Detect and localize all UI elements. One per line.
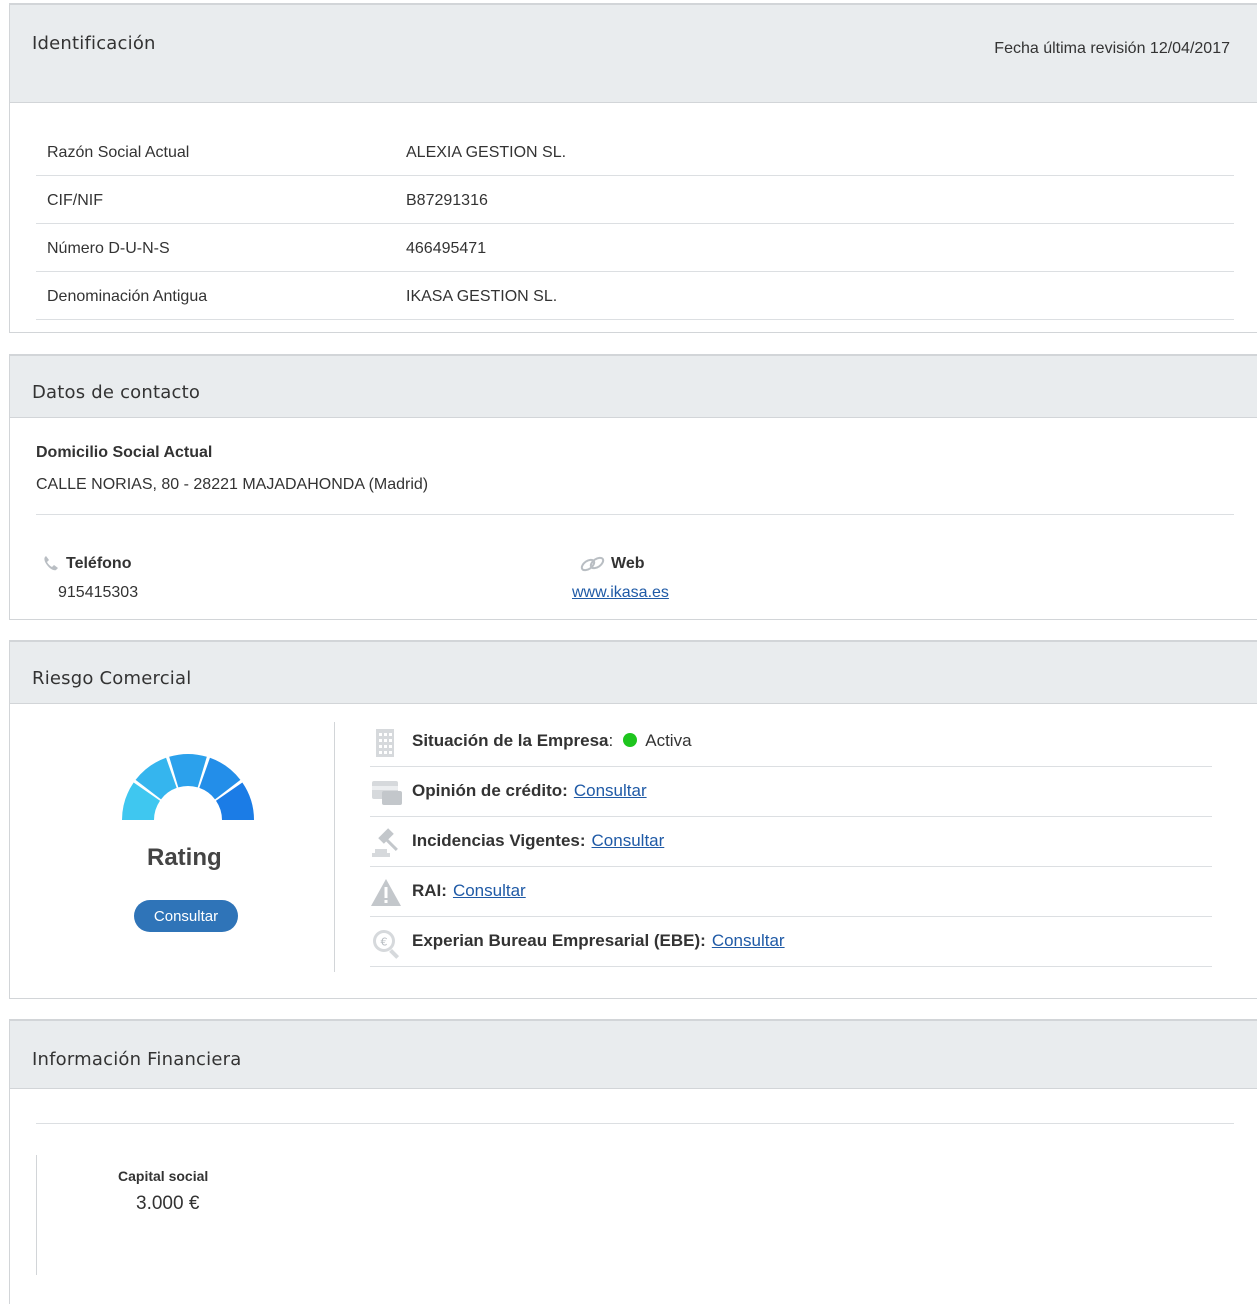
opinion-text: Opinión de crédito: Consultar (412, 781, 647, 801)
revision-date: Fecha última revisión 12/04/2017 (994, 40, 1230, 57)
domicilio-label: Domicilio Social Actual (36, 444, 213, 461)
gauge-segment (169, 754, 207, 788)
web-link[interactable]: www.ikasa.es (572, 584, 669, 602)
rating-gauge (122, 754, 254, 820)
identificacion-header: Identificación Fecha última revisión 12/… (10, 5, 1257, 103)
contacto-title: Datos de contacto (32, 382, 201, 403)
telefono-label: Teléfono (66, 555, 132, 573)
row-value: B87291316 (406, 192, 488, 209)
divider (36, 514, 1234, 515)
contacto-panel: Datos de contacto Domicilio Social Actua… (9, 354, 1257, 620)
riesgo-title: Riesgo Comercial (32, 668, 192, 689)
situacion-row: Situación de la Empresa: Activa (370, 717, 1212, 767)
table-row: CIF/NIF B87291316 (36, 176, 1234, 224)
financiera-panel: Información Financiera Capital social 3.… (9, 1019, 1257, 1304)
table-row: Número D-U-N-S 466495471 (36, 224, 1234, 272)
capital-label: Capital social (118, 1168, 209, 1184)
incidencias-row: Incidencias Vigentes: Consultar (370, 817, 1212, 867)
link-icon (580, 556, 605, 572)
divider (334, 722, 335, 972)
ebe-text: Experian Bureau Empresarial (EBE): Consul… (412, 931, 785, 951)
identificacion-table: Razón Social Actual ALEXIA GESTION SL. C… (36, 128, 1234, 320)
riesgo-header: Riesgo Comercial (10, 642, 1257, 704)
row-value: IKASA GESTION SL. (406, 288, 558, 305)
telefono-value: 915415303 (58, 584, 139, 601)
divider (36, 1155, 37, 1275)
rating-consultar-button[interactable]: Consultar (134, 900, 238, 932)
situacion-text: Situación de la Empresa: Activa (412, 731, 692, 751)
row-label: Razón Social Actual (47, 144, 190, 161)
row-label: Número D-U-N-S (47, 240, 170, 257)
telefono-heading: Teléfono (42, 555, 131, 573)
divider (36, 1123, 1234, 1124)
svg-text:€: € (381, 936, 388, 949)
opinion-row: Opinión de crédito: Consultar (370, 767, 1212, 817)
web-heading: Web (577, 555, 644, 573)
rai-text: RAI: Consultar (412, 881, 526, 901)
incidencias-text: Incidencias Vigentes: Consultar (412, 831, 664, 851)
capital-value: 3.000 € (136, 1193, 200, 1214)
identificacion-panel: Identificación Fecha última revisión 12/… (9, 3, 1257, 333)
ebe-label: Experian Bureau Empresarial (EBE): (412, 931, 706, 950)
row-value: ALEXIA GESTION SL. (406, 144, 567, 161)
euro-magnifier-icon: € (373, 930, 400, 959)
credit-card-icon (372, 781, 402, 805)
table-row: Denominación Antigua IKASA GESTION SL. (36, 272, 1234, 320)
situacion-separator: : (608, 731, 614, 750)
financiera-header: Información Financiera (10, 1021, 1257, 1089)
contacto-header: Datos de contacto (10, 356, 1257, 418)
table-row: Razón Social Actual ALEXIA GESTION SL. (36, 128, 1234, 176)
rai-row: RAI: Consultar (370, 867, 1212, 917)
ebe-consultar-link[interactable]: Consultar (712, 931, 785, 950)
ebe-row: € Experian Bureau Empresarial (EBE): Cons… (370, 917, 1212, 967)
incidencias-label: Incidencias Vigentes: (412, 831, 586, 850)
row-value: 466495471 (406, 240, 487, 257)
incidencias-consultar-link[interactable]: Consultar (592, 831, 665, 850)
rating-label: Rating (147, 844, 222, 871)
rai-label: RAI: (412, 881, 447, 900)
financiera-title: Información Financiera (32, 1049, 242, 1070)
building-icon (376, 729, 394, 757)
gavel-icon (372, 828, 398, 857)
row-label: Denominación Antigua (47, 288, 208, 305)
riesgo-list: Situación de la Empresa: Activa Opinión d… (370, 717, 1212, 967)
status-dot (623, 733, 638, 747)
identificacion-title: Identificación (32, 33, 156, 54)
phone-icon (44, 556, 58, 571)
situacion-status: Activa (645, 731, 692, 750)
opinion-label: Opinión de crédito: (412, 781, 568, 800)
warning-icon (371, 879, 401, 906)
opinion-consultar-link[interactable]: Consultar (574, 781, 647, 800)
row-label: CIF/NIF (47, 192, 103, 209)
situacion-label: Situación de la Empresa (412, 731, 609, 750)
domicilio-value: CALLE NORIAS, 80 - 28221 MAJADAHONDA (Ma… (36, 476, 429, 493)
web-label: Web (611, 555, 645, 573)
riesgo-panel: Riesgo Comercial Rating Consultar Situac… (9, 640, 1257, 999)
rai-consultar-link[interactable]: Consultar (453, 881, 526, 900)
